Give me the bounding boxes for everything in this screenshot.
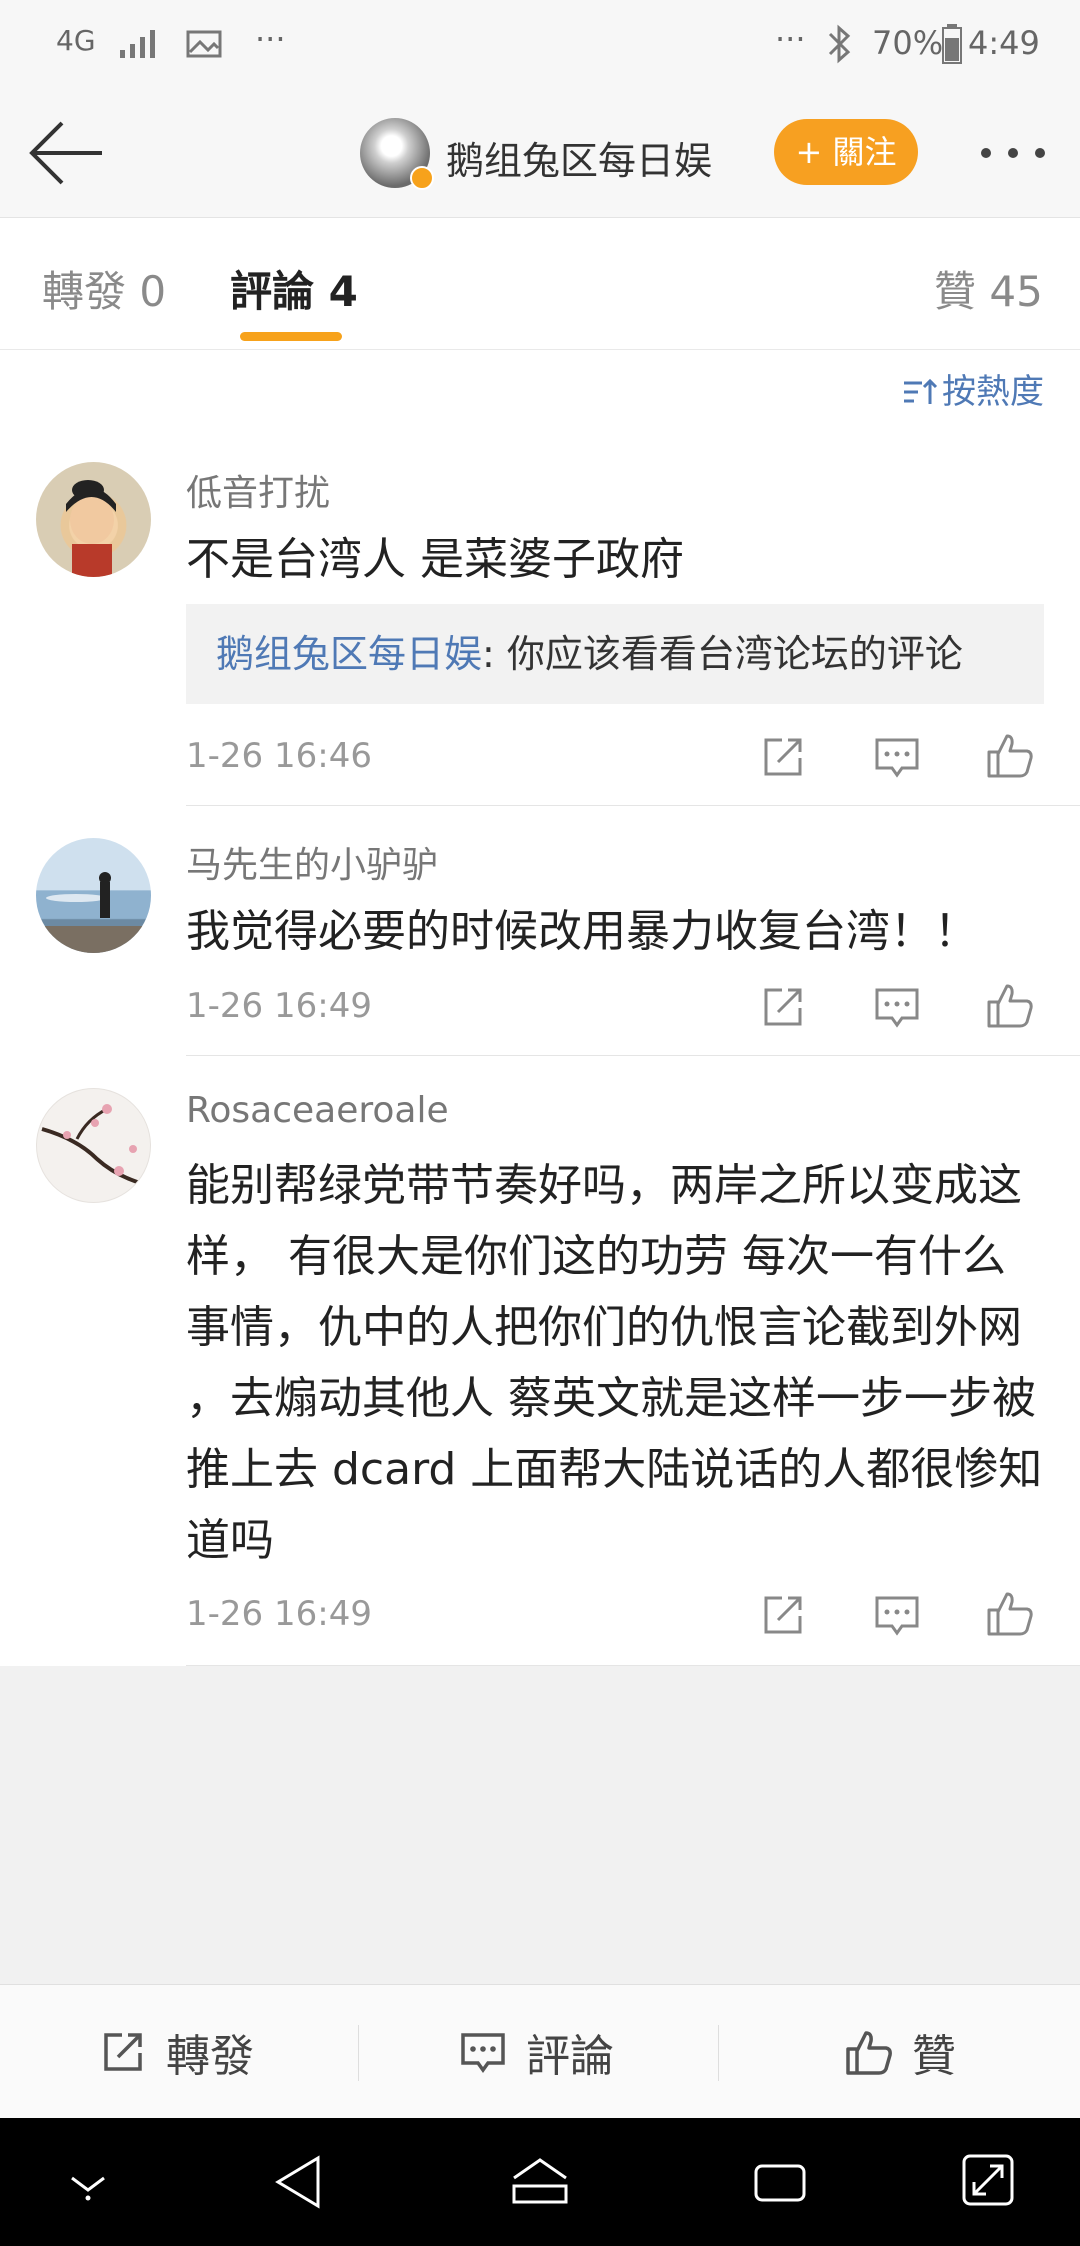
bluetooth-icon: [828, 24, 851, 64]
like-label: 贊: [912, 2031, 956, 2082]
more-status: ···: [775, 20, 806, 58]
avatar-photo: [36, 872, 151, 953]
comment-button[interactable]: 評論: [458, 1985, 614, 2119]
comment-icon[interactable]: [872, 732, 922, 782]
repost-icon[interactable]: [758, 982, 808, 1032]
top-navigation: 鹅组兔区每日娱 + 關注: [0, 90, 1080, 218]
account-name[interactable]: 鹅组兔区每日娱: [446, 130, 712, 185]
network-indicator: 4G: [56, 24, 96, 57]
sort-row: 按熱度: [0, 350, 1080, 428]
divider: [186, 1665, 1080, 1666]
signal-icon: [120, 30, 155, 58]
image-notification-icon: [186, 30, 222, 58]
recent-apps-icon[interactable]: [752, 2158, 808, 2206]
avatar[interactable]: [36, 838, 151, 953]
screen-expand-icon[interactable]: [960, 2152, 1016, 2208]
tab-reposts[interactable]: 轉發 0: [42, 258, 166, 319]
hide-keyboard-icon[interactable]: [64, 2162, 112, 2202]
back-arrow-icon[interactable]: [28, 120, 106, 186]
comment-text: 能别帮绿党带节奏好吗，两岸之所以变成这样， 有很大是你们这的功劳 每次一有什么事…: [186, 1160, 1043, 1566]
comment-time: 1-26 16:49: [186, 1594, 372, 1634]
avatar[interactable]: [36, 462, 151, 577]
comment-time: 1-26 16:46: [186, 736, 372, 776]
repost-label: 轉發: [166, 2031, 254, 2082]
comment-icon[interactable]: [872, 1590, 922, 1640]
battery-percent: 70%: [872, 24, 944, 62]
separator: [358, 2025, 359, 2081]
comment-username[interactable]: 马先生的小驴驴: [186, 836, 438, 888]
separator: [718, 2025, 719, 2081]
repost-icon[interactable]: [758, 1590, 808, 1640]
like-icon[interactable]: [985, 730, 1035, 780]
comment-icon: [461, 2033, 505, 2074]
like-icon: [846, 2031, 892, 2075]
bottom-action-bar: 轉發 評論 贊: [0, 1984, 1080, 2118]
system-navigation-bar: [0, 2118, 1080, 2246]
repost-icon[interactable]: [758, 732, 808, 782]
back-triangle-icon[interactable]: [272, 2154, 324, 2210]
comment-username[interactable]: Rosaceaeroale: [186, 1090, 449, 1131]
sort-icon: [904, 378, 938, 404]
more-notifications: ···: [255, 20, 286, 58]
comment-icon[interactable]: [872, 982, 922, 1032]
avatar-illustration: [66, 480, 116, 577]
sort-by-hot-button[interactable]: 按熱度: [902, 364, 1044, 413]
like-icon[interactable]: [985, 1588, 1035, 1638]
clock: 4:49: [968, 24, 1040, 62]
reply-text: : 你应该看看台湾论坛的评论: [482, 632, 963, 676]
repost-button[interactable]: 轉發: [98, 1985, 254, 2119]
author-reply[interactable]: 鹅组兔区每日娱: 你应该看看台湾论坛的评论: [186, 604, 1044, 704]
comment-text: 不是台湾人 是菜婆子政府: [186, 534, 684, 585]
tab-likes[interactable]: 贊 45: [934, 258, 1043, 319]
like-icon[interactable]: [985, 980, 1035, 1030]
status-bar: 4G ··· ··· 70% 4:49: [0, 0, 1080, 90]
comment-text: 我觉得必要的时候改用暴力收复台湾！！: [186, 906, 978, 957]
comment-username[interactable]: 低音打扰: [186, 464, 330, 516]
active-tab-indicator: [240, 332, 342, 341]
tab-bar: 轉發 0 評論 4 贊 45: [0, 218, 1080, 350]
avatar-plum-blossom: [41, 1104, 148, 1187]
follow-button[interactable]: + 關注: [774, 119, 918, 185]
reply-author-name[interactable]: 鹅组兔区每日娱: [216, 632, 482, 676]
comment-label: 評論: [526, 2031, 614, 2082]
comment-item: 低音打扰 不是台湾人 是菜婆子政府 鹅组兔区每日娱: 你应该看看台湾论坛的评论 …: [0, 428, 1080, 806]
home-icon[interactable]: [510, 2156, 570, 2206]
comment-list: 低音打扰 不是台湾人 是菜婆子政府 鹅组兔区每日娱: 你应该看看台湾论坛的评论 …: [0, 428, 1080, 1666]
repost-icon: [104, 2033, 142, 2071]
tab-comments[interactable]: 評論 4: [230, 258, 358, 319]
comment-item: Rosaceaeroale 能别帮绿党带节奏好吗，两岸之所以变成这样， 有很大是…: [0, 1056, 1080, 1666]
more-options-icon[interactable]: [978, 145, 1048, 161]
comment-time: 1-26 16:49: [186, 986, 372, 1026]
avatar[interactable]: [36, 1088, 151, 1203]
like-button[interactable]: 贊: [844, 1985, 956, 2119]
verified-badge-icon: [410, 166, 434, 190]
battery-icon: [942, 24, 962, 64]
sort-label: 按熱度: [942, 372, 1044, 412]
comment-item: 马先生的小驴驴 我觉得必要的时候改用暴力收复台湾！！ 1-26 16:49: [0, 806, 1080, 1056]
